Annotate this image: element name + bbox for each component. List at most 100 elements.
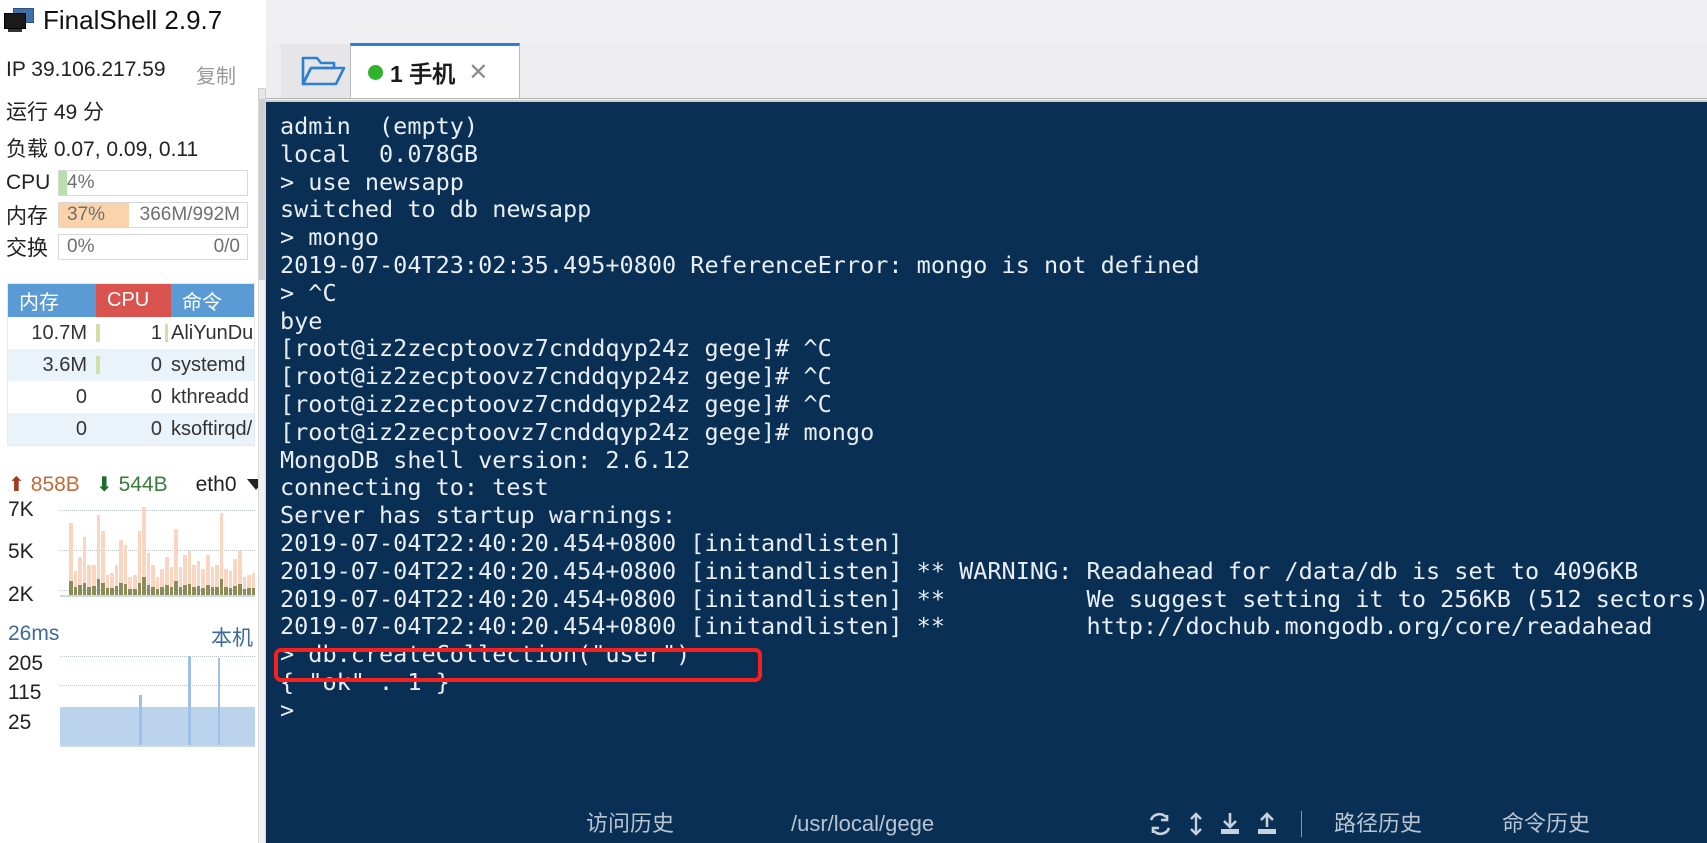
column-header-cpu[interactable]: CPU bbox=[96, 284, 171, 317]
download-icon[interactable] bbox=[1218, 811, 1242, 837]
terminal-line: 2019-07-04T22:40:20.454+0800 [initandlis… bbox=[280, 612, 1653, 641]
terminal-line: MongoDB shell version: 2.6.12 bbox=[280, 445, 691, 474]
sidebar-scroll-up-button[interactable] bbox=[258, 88, 266, 100]
open-folder-icon bbox=[301, 56, 346, 86]
memory-meter-row: 内存 37% 366M/992M bbox=[6, 202, 248, 228]
sidebar-scrollbar[interactable] bbox=[258, 100, 266, 843]
cpu-meter: 4% bbox=[58, 170, 248, 196]
process-memory: 0 bbox=[75, 385, 87, 408]
ping-latency-label: 26ms bbox=[8, 622, 60, 645]
ping-axis-label-205: 205 bbox=[8, 652, 44, 675]
up-arrow-icon: ⬆ bbox=[8, 474, 25, 496]
uptime-label: 运行 49 分 bbox=[6, 101, 105, 124]
terminal-line: > bbox=[280, 695, 295, 724]
main-pane: 1 手机 ✕ admin (empty) local 0.078GB > use n… bbox=[266, 0, 1707, 843]
tab-bar: 1 手机 ✕ bbox=[266, 43, 1707, 99]
tab-label: 1 手机 bbox=[390, 61, 456, 87]
table-row[interactable]: 10.7M 1 AliYunDun bbox=[8, 317, 254, 349]
cpu-bar-icon bbox=[165, 420, 168, 438]
path-history-button[interactable]: 路径历史 bbox=[1334, 810, 1422, 838]
ip-address-label: IP 39.106.217.59 bbox=[6, 58, 166, 81]
network-traffic-chart bbox=[60, 500, 255, 597]
terminal-line: Server has startup warnings: bbox=[280, 501, 677, 530]
cpu-meter-fill bbox=[59, 171, 67, 195]
table-row[interactable]: 0 0 ksoftirqd/ bbox=[8, 413, 254, 445]
command-history-button[interactable]: 命令历史 bbox=[1502, 810, 1590, 838]
memory-bar-icon bbox=[96, 420, 100, 438]
terminal-line: [root@iz2zecptoovz7cnddqyp24z gege]# ^C bbox=[280, 334, 832, 363]
network-interface-label[interactable]: eth0 bbox=[196, 473, 237, 497]
memory-meter: 37% 366M/992M bbox=[58, 202, 248, 228]
table-row[interactable]: 0 0 kthreadd bbox=[8, 381, 254, 413]
terminal-lines: admin (empty) local 0.078GB > use newsapp s… bbox=[280, 112, 1707, 725]
process-command: AliYunDun bbox=[171, 321, 254, 344]
ping-target-label[interactable]: 本机 bbox=[211, 622, 253, 652]
terminal-line: [root@iz2zecptoovz7cnddqyp24z gege]# mon… bbox=[280, 417, 875, 446]
ping-bar bbox=[187, 656, 191, 745]
terminal-line: switched to db newsapp bbox=[280, 195, 592, 224]
memory-detail-text: 366M/992M bbox=[139, 204, 240, 225]
terminal-line: > mongo bbox=[280, 223, 380, 252]
process-command: systemd bbox=[171, 353, 246, 376]
sort-icon[interactable] bbox=[1187, 811, 1205, 837]
finalshell-window: FinalShell 2.9.7 IP 39.106.217.59 复制 运行 … bbox=[0, 0, 1707, 843]
memory-bar-icon bbox=[96, 388, 100, 406]
upload-icon[interactable] bbox=[1255, 811, 1279, 837]
terminal-line: > db.createCollection("user") bbox=[280, 640, 691, 669]
memory-meter-label: 内存 bbox=[6, 205, 48, 228]
terminal-output[interactable]: admin (empty) local 0.078GB > use newsapp s… bbox=[266, 100, 1707, 843]
terminal-line: 2019-07-04T22:40:20.454+0800 [initandlis… bbox=[280, 528, 903, 557]
process-table[interactable]: 内存 CPU 命令 10.7M1AliYunDun3.6M0systemd00k… bbox=[7, 283, 255, 446]
column-header-command[interactable]: 命令 bbox=[171, 284, 254, 317]
load-average-label: 负载 0.07, 0.09, 0.11 bbox=[6, 138, 199, 161]
down-arrow-icon: ⬇ bbox=[95, 474, 113, 496]
swap-detail-text: 0/0 bbox=[213, 236, 240, 257]
table-row[interactable]: 3.6M 0 systemd bbox=[8, 349, 254, 381]
terminal-line: bye bbox=[280, 306, 323, 335]
terminal-line: 2019-07-04T22:40:20.454+0800 [initandlis… bbox=[280, 556, 1639, 585]
download-rate-label: 544B bbox=[118, 472, 168, 496]
process-table-body: 10.7M1AliYunDun3.6M0systemd00kthreadd00k… bbox=[8, 317, 254, 445]
terminal-line: 2019-07-04T23:02:35.495+0800 ReferenceEr… bbox=[280, 250, 1200, 279]
network-axis-label-2k: 2K bbox=[8, 583, 34, 606]
close-icon[interactable]: ✕ bbox=[468, 58, 488, 87]
ping-axis-label-115: 115 bbox=[8, 681, 42, 704]
statusbar-divider bbox=[1301, 811, 1302, 837]
refresh-icon[interactable] bbox=[1146, 811, 1174, 837]
cpu-meter-label: CPU bbox=[6, 171, 51, 194]
swap-percent-text: 0% bbox=[67, 236, 95, 257]
visit-history-button[interactable]: 访问历史 bbox=[586, 810, 674, 838]
cpu-bar-icon bbox=[165, 324, 168, 342]
ping-header: 26ms 本机 bbox=[8, 622, 253, 652]
network-axis-label-5k: 5K bbox=[8, 540, 34, 563]
ping-latency-chart bbox=[60, 652, 255, 747]
memory-bar-icon bbox=[96, 356, 100, 374]
process-cpu: 0 bbox=[150, 353, 162, 376]
upload-rate-label: 858B bbox=[30, 472, 80, 496]
ping-bar bbox=[217, 658, 221, 745]
tab-1[interactable]: 1 手机 ✕ bbox=[350, 43, 520, 98]
copy-ip-button[interactable]: 复制 bbox=[196, 60, 236, 89]
process-table-header: 内存 CPU 命令 bbox=[8, 284, 254, 317]
server-monitor-sidebar: FinalShell 2.9.7 IP 39.106.217.59 复制 运行 … bbox=[0, 0, 258, 843]
app-title: FinalShell 2.9.7 bbox=[43, 5, 223, 35]
process-cpu: 0 bbox=[150, 385, 162, 408]
tab-status-dot-icon bbox=[368, 64, 383, 80]
memory-bar-icon bbox=[96, 324, 100, 342]
ping-axis-label-25: 25 bbox=[8, 711, 32, 734]
network-axis-label-7k: 7K bbox=[8, 498, 34, 521]
process-memory: 0 bbox=[75, 417, 87, 440]
statusbar-icon-group bbox=[1146, 811, 1311, 837]
sidebar-scrollbar-thumb[interactable] bbox=[259, 100, 265, 280]
app-title-row: FinalShell 2.9.7 bbox=[4, 5, 222, 36]
chevron-down-icon[interactable] bbox=[246, 479, 258, 490]
terminal-line: connecting to: test bbox=[280, 473, 549, 502]
cpu-meter-row: CPU 4% bbox=[6, 170, 248, 196]
swap-meter-label: 交换 bbox=[6, 237, 48, 260]
swap-meter: 0% 0/0 bbox=[58, 234, 248, 260]
process-memory: 10.7M bbox=[31, 321, 87, 344]
current-path-label[interactable]: /usr/local/gege bbox=[791, 810, 934, 838]
process-command: kthreadd bbox=[171, 385, 249, 408]
cpu-bar-icon bbox=[165, 388, 168, 406]
column-header-memory[interactable]: 内存 bbox=[8, 284, 96, 317]
